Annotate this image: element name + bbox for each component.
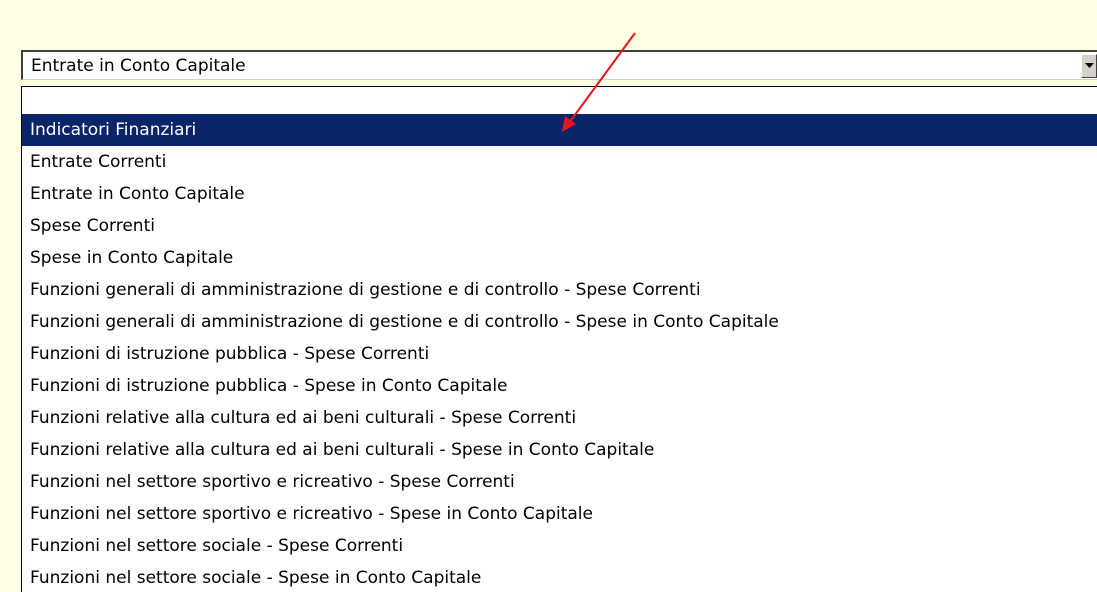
list-item[interactable]: Spese in Conto Capitale bbox=[22, 242, 1097, 274]
list-item[interactable]: Funzioni nel settore sociale - Spese Cor… bbox=[22, 530, 1097, 562]
list-item[interactable]: Entrate in Conto Capitale bbox=[22, 178, 1097, 210]
list-item[interactable]: Funzioni generali di amministrazione di … bbox=[22, 306, 1097, 338]
dropdown-selected-value: Entrate in Conto Capitale bbox=[31, 55, 246, 76]
list-item[interactable]: Funzioni relative alla cultura ed ai ben… bbox=[22, 434, 1097, 466]
list-item[interactable]: Funzioni di istruzione pubblica - Spese … bbox=[22, 370, 1097, 402]
list-item[interactable]: Indicatori Finanziari bbox=[22, 114, 1097, 146]
list-empty-option[interactable] bbox=[22, 87, 1097, 114]
list-item[interactable]: Funzioni nel settore sportivo e ricreati… bbox=[22, 498, 1097, 530]
list-item[interactable]: Funzioni di istruzione pubblica - Spese … bbox=[22, 338, 1097, 370]
list-item[interactable]: Funzioni relative alla cultura ed ai ben… bbox=[22, 402, 1097, 434]
options-list[interactable]: Indicatori Finanziari Entrate Correnti Ent… bbox=[21, 86, 1097, 592]
chevron-down-icon bbox=[1084, 62, 1094, 68]
list-item[interactable]: Entrate Correnti bbox=[22, 146, 1097, 178]
category-dropdown[interactable]: Entrate in Conto Capitale bbox=[21, 50, 1097, 80]
list-item[interactable]: Funzioni nel settore sociale - Spese in … bbox=[22, 562, 1097, 592]
list-item[interactable]: Funzioni nel settore sportivo e ricreati… bbox=[22, 466, 1097, 498]
list-item[interactable]: Spese Correnti bbox=[22, 210, 1097, 242]
list-item[interactable]: Funzioni generali di amministrazione di … bbox=[22, 274, 1097, 306]
dropdown-button[interactable] bbox=[1081, 53, 1097, 78]
